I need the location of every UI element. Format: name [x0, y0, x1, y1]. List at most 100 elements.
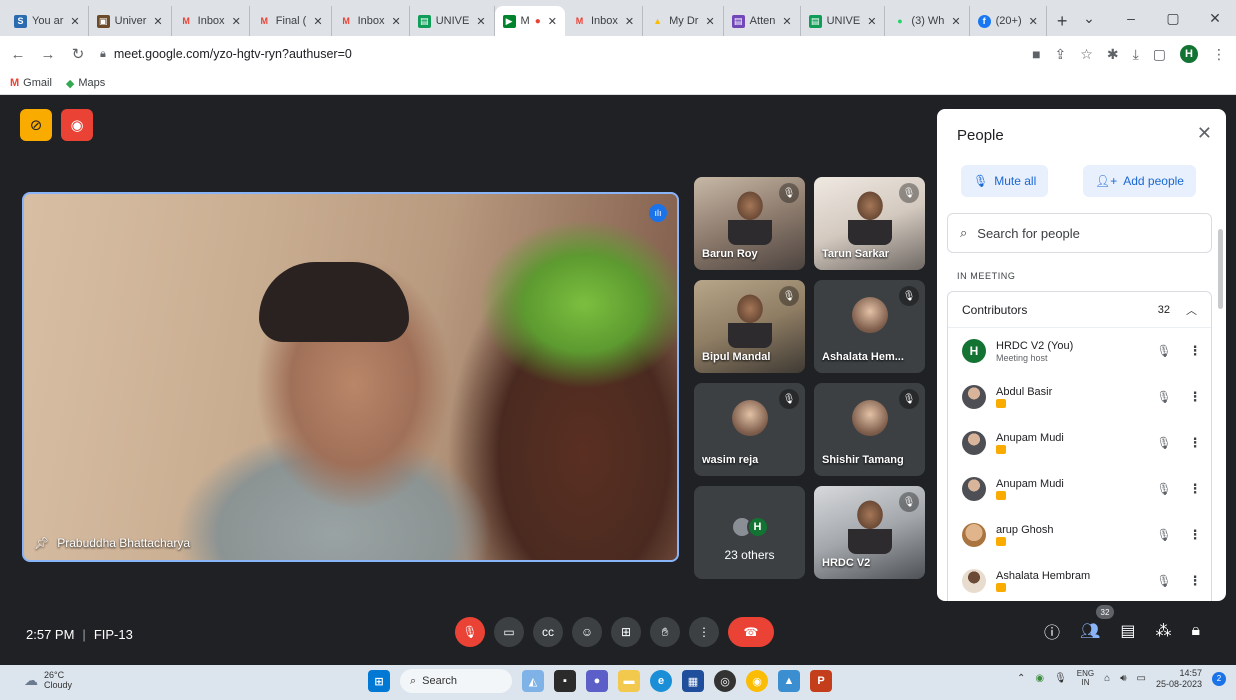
- pin-icon[interactable]: 📌︎: [34, 536, 49, 550]
- close-tab-icon[interactable]: ✕: [70, 15, 79, 28]
- camera-off-indicator-icon[interactable]: ⊘: [20, 109, 52, 141]
- more-options-icon[interactable]: ⋮: [1187, 527, 1203, 543]
- close-tab-icon[interactable]: ✕: [313, 15, 322, 28]
- url-text[interactable]: meet.google.com/yzo-hgtv-ryn?authuser=0: [114, 47, 352, 61]
- participant-tile[interactable]: 🎙︎ Tarun Sarkar: [814, 177, 925, 270]
- chat-icon[interactable]: ▤: [1120, 621, 1135, 641]
- search-people-input[interactable]: ⌕ Search for people: [947, 213, 1212, 253]
- edge-icon[interactable]: e: [650, 670, 672, 692]
- camera-button[interactable]: ▭: [494, 617, 524, 647]
- forward-icon[interactable]: →: [40, 46, 56, 63]
- menu-icon[interactable]: ⋮: [1212, 46, 1226, 63]
- browser-tab[interactable]: S You ar ✕: [6, 6, 89, 36]
- reload-icon[interactable]: ↻: [70, 45, 86, 63]
- maximize-button[interactable]: ▢: [1152, 10, 1194, 27]
- close-tab-icon[interactable]: ✕: [153, 15, 162, 28]
- close-tab-icon[interactable]: ✕: [476, 15, 485, 28]
- browser-tab[interactable]: ▤ Atten ✕: [724, 6, 801, 36]
- mute-all-button[interactable]: 🎙︎ Mute all: [961, 165, 1049, 197]
- dell-icon[interactable]: ◎: [714, 670, 736, 692]
- info-icon[interactable]: ⓘ: [1044, 619, 1060, 643]
- present-button[interactable]: ⊞: [611, 617, 641, 647]
- powerpoint-icon[interactable]: P: [810, 670, 832, 692]
- close-tab-icon[interactable]: ✕: [705, 15, 714, 28]
- more-options-icon[interactable]: ⋮: [1187, 435, 1203, 451]
- share-icon[interactable]: ⇪: [1055, 46, 1067, 63]
- emoji-button[interactable]: ☺: [572, 617, 602, 647]
- panel-scrollbar[interactable]: [1218, 229, 1223, 309]
- chevron-up-icon[interactable]: ︿: [1186, 302, 1197, 318]
- minimize-button[interactable]: –: [1110, 10, 1152, 26]
- participant-tile[interactable]: 🎙︎ Barun Roy: [694, 177, 805, 270]
- bookmark-gmail[interactable]: M Gmail: [10, 77, 52, 89]
- teams-icon[interactable]: ●: [586, 670, 608, 692]
- windows-start-icon[interactable]: ⊞: [368, 670, 390, 692]
- leave-call-button[interactable]: ☎: [728, 617, 774, 647]
- close-window-button[interactable]: ✕: [1194, 10, 1236, 27]
- store-icon[interactable]: ▦: [682, 670, 704, 692]
- participant-row[interactable]: arup Ghosh 🎙︎ ⋮: [948, 512, 1211, 558]
- task-view-icon[interactable]: ▪: [554, 670, 576, 692]
- browser-tab[interactable]: M Inbox ✕: [172, 6, 250, 36]
- recording-icon[interactable]: ◉: [61, 109, 93, 141]
- activities-icon[interactable]: ⁂: [1155, 621, 1171, 641]
- network-icon[interactable]: ⌂: [1104, 673, 1110, 684]
- weather-widget[interactable]: ☁ 26°C Cloudy: [24, 670, 72, 691]
- taskbar-search[interactable]: ⌕ Search: [400, 669, 512, 693]
- mic-off-button[interactable]: 🎙︎: [455, 617, 485, 647]
- bookmark-maps[interactable]: ◆ Maps: [66, 77, 105, 90]
- chevron-up-icon[interactable]: ⌃: [1017, 673, 1025, 684]
- main-speaker-video[interactable]: ılı 📌︎ Prabuddha Bhattacharya: [22, 192, 679, 562]
- close-tab-icon[interactable]: ✕: [232, 15, 241, 28]
- notification-badge[interactable]: 2: [1212, 671, 1226, 686]
- participant-tile[interactable]: 🎙︎ Shishir Tamang: [814, 383, 925, 476]
- close-tab-icon[interactable]: ✕: [782, 15, 791, 28]
- add-people-button[interactable]: 👤︎+ Add people: [1083, 165, 1196, 197]
- contributors-header[interactable]: Contributors 32 ︿: [948, 292, 1211, 328]
- back-icon[interactable]: ←: [10, 46, 26, 63]
- close-tab-icon[interactable]: ✕: [1029, 15, 1038, 28]
- browser-tab-active[interactable]: ▶ M ● ✕: [494, 6, 565, 36]
- mic-off-icon[interactable]: 🎙︎: [1151, 390, 1177, 404]
- language-indicator[interactable]: ENG IN: [1077, 669, 1094, 688]
- chrome-icon[interactable]: ◉: [746, 670, 768, 692]
- lock-icon[interactable]: 🔒︎: [100, 48, 106, 61]
- address-bar[interactable]: 🔒︎ meet.google.com/yzo-hgtv-ryn?authuser…: [100, 40, 1018, 68]
- close-tab-icon[interactable]: ✕: [391, 15, 400, 28]
- participant-row[interactable]: Abdul Basir 🎙︎ ⋮: [948, 374, 1211, 420]
- browser-tab[interactable]: ▲ My Dr ✕: [643, 6, 724, 36]
- browser-tab[interactable]: ● (3) Wh ✕: [885, 6, 970, 36]
- close-tab-icon[interactable]: ✕: [867, 15, 876, 28]
- participant-tile[interactable]: 🎙︎ HRDC V2: [814, 486, 925, 579]
- participant-tile[interactable]: 🎙︎ wasim reja: [694, 383, 805, 476]
- host-controls-icon[interactable]: 🔒︎: [1191, 622, 1200, 640]
- download-icon[interactable]: ⤓: [1133, 46, 1139, 63]
- browser-tab[interactable]: ▤ UNIVE ✕: [410, 6, 495, 36]
- volume-icon[interactable]: 🔊︎: [1120, 673, 1126, 684]
- tab-search-icon[interactable]: ⌄: [1068, 10, 1110, 27]
- more-options-icon[interactable]: ⋮: [1187, 389, 1203, 405]
- browser-tab[interactable]: ▣ Univer ✕: [89, 6, 172, 36]
- more-options-button[interactable]: ⋮: [689, 617, 719, 647]
- file-explorer-icon[interactable]: ▬: [618, 670, 640, 692]
- participant-tile[interactable]: 🎙︎ Ashalata Hem...: [814, 280, 925, 373]
- browser-tab[interactable]: M Inbox ✕: [565, 6, 644, 36]
- browser-tab[interactable]: M Final (✕: [250, 6, 332, 36]
- more-options-icon[interactable]: ⋮: [1187, 573, 1203, 589]
- security-icon[interactable]: ◉: [1035, 673, 1044, 684]
- battery-icon[interactable]: ▭: [1137, 673, 1146, 684]
- photos-icon[interactable]: ▲: [778, 670, 800, 692]
- participant-row[interactable]: Ashalata Hembram 🎙︎ ⋮: [948, 558, 1211, 601]
- mic-off-icon[interactable]: 🎙︎: [1151, 574, 1177, 588]
- participant-row[interactable]: H HRDC V2 (You) Meeting host 🎙︎ ⋮: [948, 328, 1211, 374]
- others-tile[interactable]: H 23 others: [694, 486, 805, 579]
- extensions-icon[interactable]: ✱: [1107, 46, 1119, 63]
- mic-off-icon[interactable]: 🎙︎: [1151, 528, 1177, 542]
- taskbar-clock[interactable]: 14:57 25-08-2023: [1156, 668, 1202, 690]
- close-tab-icon[interactable]: ✕: [625, 15, 634, 28]
- camera-in-use-icon[interactable]: ■: [1032, 46, 1040, 62]
- participant-tile[interactable]: 🎙︎ Bipul Mandal: [694, 280, 805, 373]
- widgets-icon[interactable]: ◭: [522, 670, 544, 692]
- mic-off-icon[interactable]: 🎙︎: [1151, 482, 1177, 496]
- bookmark-star-icon[interactable]: ☆: [1080, 46, 1093, 63]
